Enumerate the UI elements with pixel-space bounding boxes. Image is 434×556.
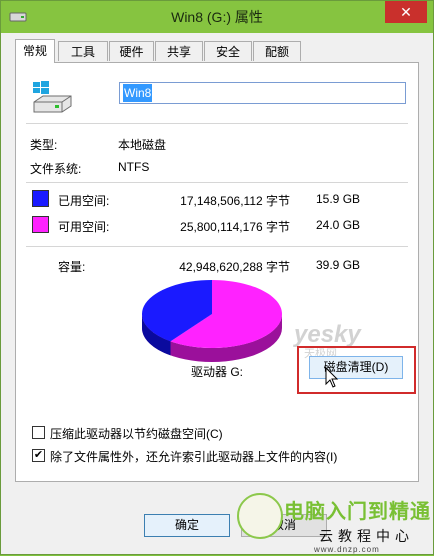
free-space-size: 24.0 GB [316, 218, 361, 232]
mouse-cursor-icon [325, 367, 339, 388]
disk-cleanup-button[interactable]: 磁盘清理(D) [309, 356, 403, 379]
capacity-size: 39.9 GB [316, 258, 361, 272]
used-space-size: 15.9 GB [316, 192, 361, 206]
close-icon: ✕ [400, 4, 412, 20]
title-bar[interactable]: Win8 (G:) 属性 ✕ [1, 1, 433, 33]
site-watermark: 电脑入门到精通 云教程中心 www.dnzp.com [219, 491, 434, 556]
used-space-swatch [32, 190, 49, 207]
watermark-title: 电脑入门到精通 [284, 501, 431, 523]
drive-letter-label: 驱动器 G: [191, 365, 244, 379]
tab-security[interactable]: 安全 [204, 41, 252, 61]
capacity-label: 容量: [58, 260, 86, 274]
index-label: 除了文件属性外，还允许索引此驱动器上文件的内容(I) [50, 450, 338, 464]
close-button[interactable]: ✕ [385, 1, 427, 23]
tab-sharing[interactable]: 共享 [155, 41, 203, 61]
drive-name-input[interactable]: Win8 [119, 82, 406, 104]
divider [26, 246, 408, 247]
tab-tools[interactable]: 工具 [58, 41, 108, 61]
compress-checkbox[interactable] [32, 426, 45, 439]
type-label: 类型: [30, 138, 58, 152]
watermark-url: www.dnzp.com [314, 545, 380, 554]
tab-general[interactable]: 常规 [15, 39, 55, 63]
ok-button[interactable]: 确定 [144, 514, 230, 537]
tab-hardware[interactable]: 硬件 [109, 41, 154, 61]
filesystem-value: NTFS [118, 160, 150, 174]
free-space-label: 可用空间: [58, 220, 110, 234]
type-value: 本地磁盘 [118, 138, 167, 152]
tab-quota[interactable]: 配额 [253, 41, 301, 61]
index-checkbox[interactable]: ✔ [32, 449, 45, 462]
free-space-bytes: 25,800,114,176 字节 [180, 220, 290, 234]
general-panel: Win8 类型: 本地磁盘 文件系统: NTFS 已用空间: 17,148,50… [15, 62, 419, 482]
used-space-bytes: 17,148,506,112 字节 [180, 194, 290, 208]
filesystem-label: 文件系统: [30, 162, 82, 176]
free-space-swatch [32, 216, 49, 233]
properties-window: Win8 (G:) 属性 ✕ 常规 工具 硬件 共享 安全 配额 Win8 类型… [0, 0, 434, 555]
disk-usage-pie-chart [142, 280, 282, 362]
used-space-label: 已用空间: [58, 194, 110, 208]
drive-name-text: Win8 [123, 84, 153, 102]
site-logo-icon [237, 493, 283, 539]
watermark-subtitle: 云教程中心 [319, 528, 414, 544]
divider [26, 123, 408, 124]
compress-label: 压缩此驱动器以节约磁盘空间(C) [50, 427, 223, 441]
hard-drive-icon [33, 81, 72, 113]
capacity-bytes: 42,948,620,288 字节 [179, 260, 290, 274]
divider [26, 182, 408, 183]
window-title: Win8 (G:) 属性 [171, 9, 263, 25]
